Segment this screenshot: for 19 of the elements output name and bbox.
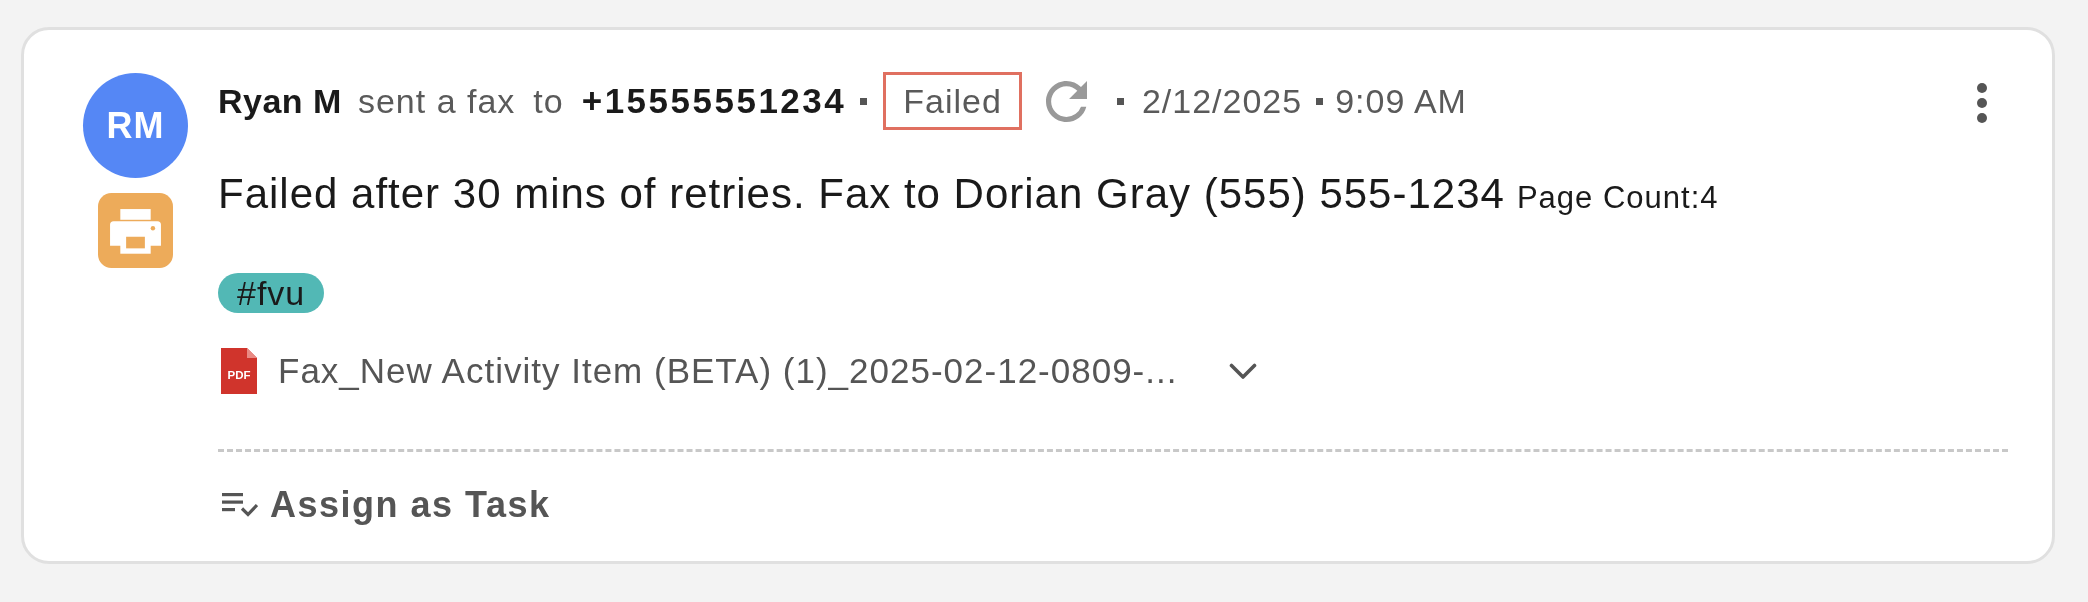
time-text: 9:09 AM [1335, 81, 1467, 121]
avatar: RM [83, 73, 188, 178]
status-badge: Failed [883, 72, 1022, 130]
retry-icon[interactable] [1045, 80, 1087, 122]
pdf-file-icon: PDF [221, 348, 257, 394]
page-count-text: Page Count:4 [1516, 179, 1719, 217]
action-text: sent a fax [357, 81, 516, 121]
attachment-link[interactable]: Fax_New Activity Item (BETA) (1)_2025-02-12-0809-... [278, 351, 1178, 391]
assign-task-button[interactable]: Assign as Task [218, 483, 551, 527]
recipient-number: +15555551234 [581, 81, 847, 121]
sender-name: Ryan M [218, 81, 342, 121]
chevron-down-icon[interactable] [1229, 362, 1258, 380]
message-text: Failed after 30 mins of retries. Fax to Dorian Gray (555) 555-1234 [218, 169, 1505, 219]
checklist-icon [222, 493, 258, 517]
preposition-text: to [533, 81, 564, 121]
date-text: 2/12/2025 [1141, 81, 1303, 121]
tag[interactable]: #fvu [218, 273, 325, 313]
printer-icon [98, 193, 173, 268]
more-options-icon[interactable] [1977, 83, 1987, 123]
